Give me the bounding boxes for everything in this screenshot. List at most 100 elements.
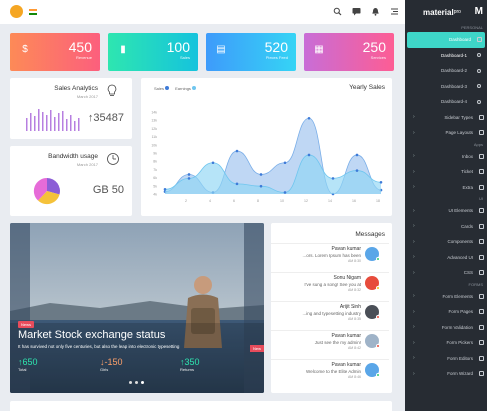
menu-item-icon — [479, 254, 484, 260]
carousel-dot-active[interactable] — [141, 381, 144, 384]
card-date: March 2017 — [76, 162, 98, 167]
carousel-dots[interactable] — [129, 381, 144, 384]
sidebar-item-ticket[interactable]: › Ticket — [405, 164, 487, 180]
chevron-right-icon: › — [413, 114, 415, 121]
sidebar-item-label: Dashboard — [448, 37, 471, 43]
x-tick-label: 16 — [352, 199, 356, 203]
stat-card[interactable]: ▤ 520 Pieces Feed — [206, 33, 296, 71]
chevron-right-icon: › — [413, 238, 415, 245]
carousel-dot[interactable] — [129, 381, 132, 384]
circle-icon — [477, 68, 481, 73]
chevron-right-icon: › — [413, 129, 415, 136]
hero-carousel[interactable]: News New Market Stock exchange status It… — [10, 223, 264, 393]
message-sender: Pavan kumar — [331, 333, 361, 339]
message-sender: Pavan kumar — [331, 246, 361, 252]
sidebar-subitem-dashboard-2[interactable]: Dashboard-2 — [405, 63, 487, 79]
x-tick-label: 8 — [257, 199, 259, 203]
sidebar-item-dashboard[interactable]: › Dashboard — [407, 32, 485, 48]
bottom-card — [10, 401, 392, 411]
menu-item-icon — [479, 169, 484, 175]
carousel-dot[interactable] — [135, 381, 138, 384]
sidebar-item-label: Inbox — [461, 153, 473, 159]
sidebar-item-form-elements[interactable]: › Form Elements — [405, 289, 487, 305]
message-item[interactable]: Pavan kumar ...ors. Lorem Ipsum has been… — [271, 243, 389, 267]
flag-icon[interactable] — [29, 9, 37, 15]
menu-item-icon — [479, 153, 484, 159]
sidebar-item-extra[interactable]: › Extra — [405, 180, 487, 196]
brand-logo[interactable]: material pro M — [405, 0, 487, 24]
news-badge: News — [18, 321, 35, 328]
sidebar-item-cards[interactable]: › Cards — [405, 219, 487, 235]
y-tick-label: 14k — [151, 111, 157, 115]
sidebar-item-page-layouts[interactable]: › Page Layouts — [405, 125, 487, 141]
sidebar-section-personal: PERSONAL — [461, 25, 483, 30]
sidebar-item-label: Advanced UI — [447, 254, 473, 260]
chevron-right-icon: › — [413, 370, 415, 377]
logo-icon[interactable] — [10, 5, 23, 18]
clipboard-icon: ▦ — [314, 44, 324, 55]
sidebar-subitem-dashboard-4[interactable]: Dashboard-4 — [405, 94, 487, 110]
message-icon[interactable] — [352, 7, 361, 16]
menu-item-icon — [479, 114, 484, 120]
data-point — [283, 191, 287, 194]
sidebar-subitem-dashboard-3[interactable]: Dashboard-3 — [405, 79, 487, 95]
menu-item-icon — [479, 184, 484, 190]
data-point — [259, 173, 263, 176]
menu-icon[interactable] — [390, 7, 399, 16]
message-item[interactable]: Pavan kumar Welcome to the Elite Admin A… — [271, 359, 389, 383]
menu-item-icon — [479, 270, 484, 276]
data-point — [283, 161, 287, 165]
message-item[interactable]: Arijit Sinh ...ing and typesetting indus… — [271, 301, 389, 325]
data-point — [187, 177, 191, 180]
message-item[interactable]: Sonu Nigam I've sung a song! See you at … — [271, 272, 389, 296]
sidebar-item-label: Cards — [460, 223, 473, 229]
y-tick-label: 11k — [152, 135, 158, 139]
sidebar-subitem-dashboard-1[interactable]: Dashboard-1 — [405, 48, 487, 64]
circle-icon — [477, 99, 481, 104]
sidebar-item-inbox[interactable]: › Inbox — [405, 149, 487, 165]
stat-label: Revenue — [75, 55, 92, 60]
m-logo-icon: M — [474, 6, 483, 17]
stat-card[interactable]: ▦ 250 Services — [304, 33, 394, 71]
message-time: AM 8:46 — [347, 375, 361, 379]
sidebar-item-form-pages[interactable]: › Form Pages — [405, 304, 487, 320]
hero-stat-label: Total — [18, 367, 27, 372]
menu-item-icon — [479, 208, 484, 214]
chevron-right-icon: › — [413, 223, 415, 230]
stat-label: Pieces Feed — [265, 55, 288, 60]
x-tick-label: 4 — [209, 199, 211, 203]
stat-card[interactable]: $ 450 Revenue — [10, 33, 100, 71]
sidebar-subitem-label: Dashboard-1 — [441, 52, 468, 58]
data-point — [211, 161, 215, 165]
sidebar-item-form-validation[interactable]: › Form Validation — [405, 320, 487, 336]
hero-stat: ↓-150 Girls — [100, 357, 180, 372]
sidebar-item-css[interactable]: › CSS — [405, 265, 487, 281]
menu-item-icon — [479, 239, 484, 245]
stat-card[interactable]: ▮ 100 Sales — [108, 33, 198, 71]
data-point — [187, 173, 191, 176]
message-preview: ...ors. Lorem Ipsum has been — [302, 253, 361, 258]
sidebar-item-components[interactable]: › Components — [405, 234, 487, 250]
sidebar-item-ui-elements[interactable]: › UI Elements — [405, 203, 487, 219]
sidebar-item-form-editors[interactable]: › Form Editors — [405, 351, 487, 367]
message-item[interactable]: Pavan kumar Just see the my admin! AM 8:… — [271, 330, 389, 354]
bell-icon[interactable] — [371, 7, 380, 16]
stat-value: 450 — [68, 39, 92, 55]
status-dot — [376, 315, 380, 319]
message-time: AM 8:30 — [347, 259, 361, 263]
card-title: Bandwidth usage — [48, 153, 98, 160]
sidebar-section-apps: Apps — [473, 141, 483, 147]
sidebar-item-form-wizard[interactable]: › Form Wizard — [405, 366, 487, 382]
y-tick-label: 8k — [153, 160, 157, 164]
x-tick-label: 2 — [185, 199, 187, 203]
sidebar-item-advanced-ui[interactable]: › Advanced UI — [405, 250, 487, 266]
hero-stat-value: ↓-150 — [100, 357, 123, 367]
y-tick-label: 4k — [153, 193, 157, 197]
menu-item-icon — [479, 293, 484, 299]
sidebar-item-sidebar-types[interactable]: › Sidebar Types — [405, 110, 487, 126]
search-icon[interactable] — [333, 7, 342, 16]
sidebar-item-form-pickers[interactable]: › Form Pickers — [405, 335, 487, 351]
chevron-right-icon: › — [413, 254, 415, 261]
message-preview: Welcome to the Elite Admin — [306, 369, 361, 374]
status-dot — [376, 286, 380, 290]
